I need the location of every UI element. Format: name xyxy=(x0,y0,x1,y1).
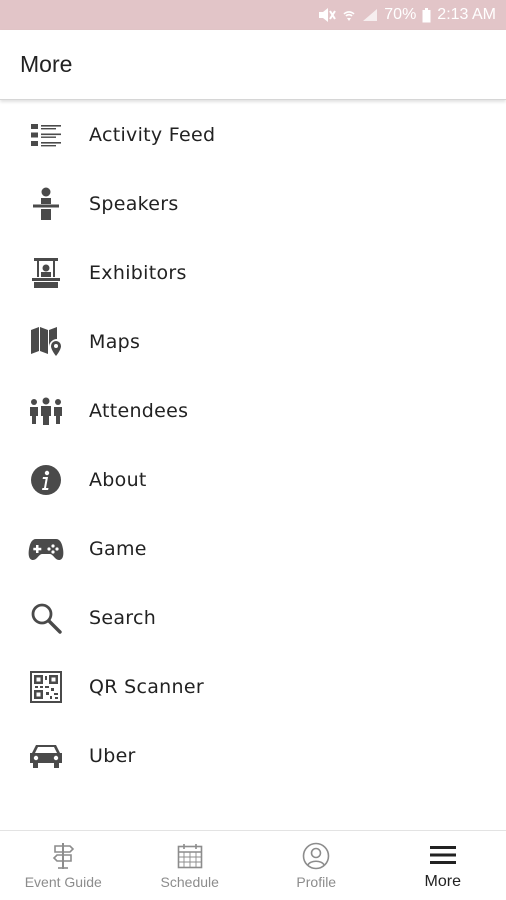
menu-item-qr-scanner[interactable]: QR Scanner xyxy=(0,652,506,721)
menu-item-label: Exhibitors xyxy=(89,261,187,284)
menu-item-label: Uber xyxy=(89,744,136,767)
menu-item-game[interactable]: Game xyxy=(0,514,506,583)
signal-icon xyxy=(362,8,378,22)
battery-icon xyxy=(422,7,431,23)
profile-icon xyxy=(301,842,331,870)
map-pin-icon xyxy=(28,324,64,360)
status-time: 2:13 AM xyxy=(437,6,496,23)
menu-item-label: Attendees xyxy=(89,399,189,422)
mute-icon xyxy=(318,7,337,23)
more-menu-list: Activity Feed Speakers Exhibitors Maps A… xyxy=(0,100,506,790)
gamepad-icon xyxy=(28,531,64,567)
bottom-navigation: Event Guide Schedule Profile More xyxy=(0,830,506,900)
menu-item-label: About xyxy=(89,468,147,491)
search-icon xyxy=(28,600,64,636)
exhibitor-booth-icon xyxy=(28,255,64,291)
nav-tab-profile[interactable]: Profile xyxy=(253,831,380,900)
calendar-icon xyxy=(175,842,205,870)
hamburger-menu-icon xyxy=(428,841,458,869)
car-icon xyxy=(28,738,64,774)
battery-percent: 70% xyxy=(384,6,417,23)
info-icon xyxy=(28,462,64,498)
menu-item-uber[interactable]: Uber xyxy=(0,721,506,790)
menu-item-about[interactable]: About xyxy=(0,445,506,514)
menu-item-attendees[interactable]: Attendees xyxy=(0,376,506,445)
speaker-icon xyxy=(28,186,64,222)
menu-item-label: Speakers xyxy=(89,192,179,215)
status-bar: 70% 2:13 AM xyxy=(0,0,506,30)
nav-tab-event-guide[interactable]: Event Guide xyxy=(0,831,127,900)
nav-label: More xyxy=(424,872,461,890)
menu-item-label: Activity Feed xyxy=(89,123,216,146)
nav-tab-schedule[interactable]: Schedule xyxy=(127,831,254,900)
page-title: More xyxy=(20,51,73,77)
qr-code-icon xyxy=(28,669,64,705)
nav-label: Event Guide xyxy=(24,873,102,890)
menu-item-label: QR Scanner xyxy=(89,675,204,698)
menu-item-label: Maps xyxy=(89,330,141,353)
activity-feed-icon xyxy=(28,117,64,153)
nav-tab-more[interactable]: More xyxy=(380,831,506,900)
signpost-icon xyxy=(48,842,78,870)
menu-item-activity-feed[interactable]: Activity Feed xyxy=(0,100,506,169)
nav-label: Profile xyxy=(296,873,337,890)
wifi-icon xyxy=(342,7,356,23)
menu-item-maps[interactable]: Maps xyxy=(0,307,506,376)
app-bar: More xyxy=(0,30,506,100)
people-group-icon xyxy=(28,393,64,429)
menu-item-label: Search xyxy=(89,606,157,629)
nav-label: Schedule xyxy=(160,873,219,890)
menu-item-exhibitors[interactable]: Exhibitors xyxy=(0,238,506,307)
menu-item-speakers[interactable]: Speakers xyxy=(0,169,506,238)
menu-item-search[interactable]: Search xyxy=(0,583,506,652)
menu-item-label: Game xyxy=(89,537,147,560)
